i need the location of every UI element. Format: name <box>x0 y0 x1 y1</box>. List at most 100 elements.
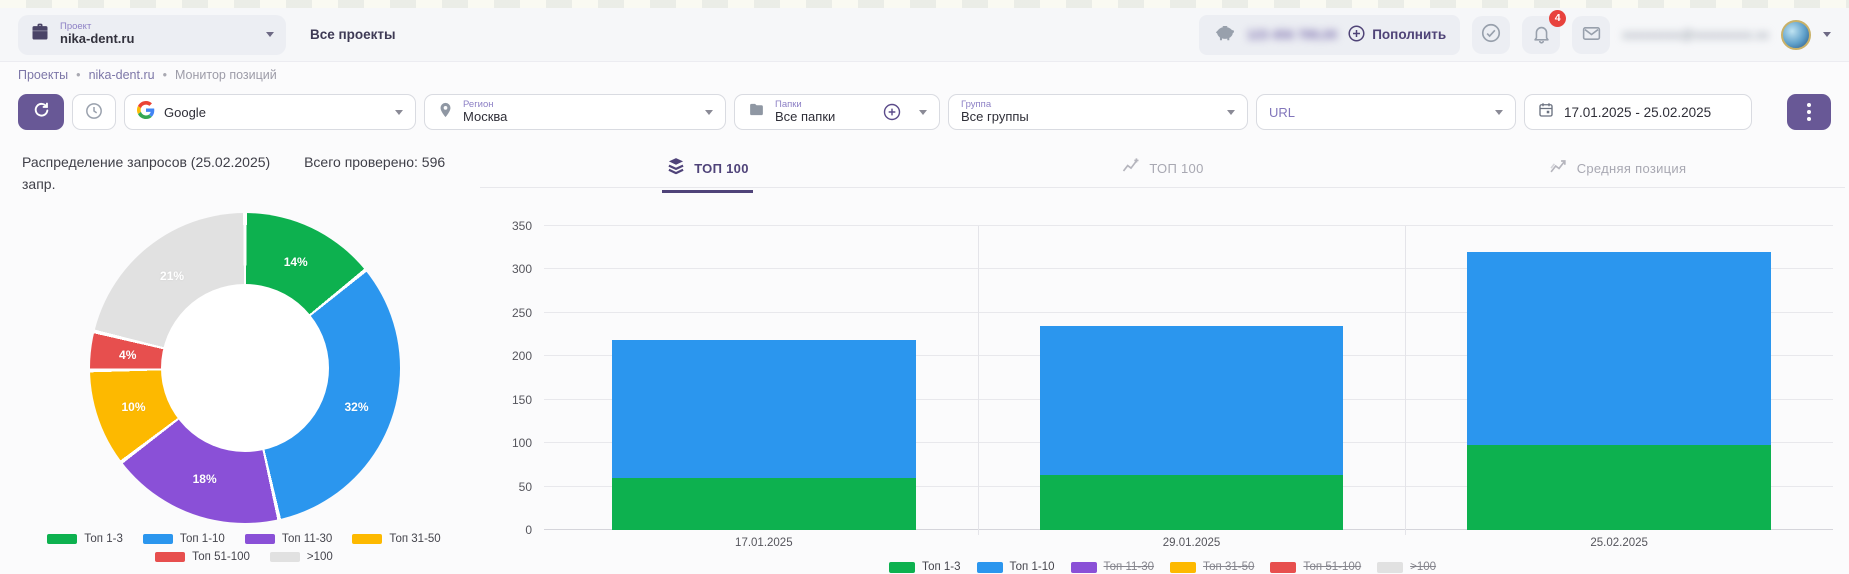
donut-slice-label: 21% <box>160 269 184 283</box>
legend-item[interactable]: >100 <box>270 551 333 563</box>
legend-label: Топ 11-30 <box>282 533 333 545</box>
legend-label: Топ 1-3 <box>84 533 123 545</box>
tab-top100-lines[interactable]: ТОП 100 <box>935 148 1390 187</box>
legend-item[interactable]: Топ 1-10 <box>977 561 1055 573</box>
date-range-value: 17.01.2025 - 25.02.2025 <box>1564 105 1711 120</box>
bar-segment[interactable] <box>1040 475 1344 530</box>
notifications-badge: 4 <box>1549 10 1566 27</box>
bar-segment[interactable] <box>612 340 916 478</box>
account-menu-chevron-icon[interactable] <box>1823 32 1831 37</box>
plot-area <box>550 226 1833 530</box>
date-range-picker[interactable]: 17.01.2025 - 25.02.2025 <box>1524 94 1752 130</box>
legend-item[interactable]: Топ 1-3 <box>889 561 961 573</box>
notifications-button[interactable]: 4 <box>1522 16 1560 54</box>
legend-label: Топ 51-100 <box>192 551 250 563</box>
folders-select[interactable]: Папки Все папки <box>734 94 940 130</box>
breadcrumb-position-monitor: Монитор позиций <box>175 68 277 82</box>
all-projects-link[interactable]: Все проекты <box>310 27 396 42</box>
account-email: xxxxxxxxx@xxxxxxxxx.xx <box>1622 27 1769 42</box>
distribution-summary: Распределение запросов (25.02.2025) Всег… <box>22 152 474 195</box>
add-folder-button[interactable] <box>882 102 902 122</box>
legend-swatch <box>1071 562 1097 573</box>
legend-item[interactable]: Топ 11-30 <box>1071 561 1155 573</box>
legend-swatch <box>889 562 915 573</box>
legend-item[interactable]: Топ 31-50 <box>352 533 440 545</box>
legend-item[interactable]: Топ 1-3 <box>47 533 123 545</box>
stacked-bar[interactable] <box>612 340 916 530</box>
google-logo-icon <box>137 101 155 124</box>
project-name: nika-dent.ru <box>60 32 134 47</box>
x-tick-label: 25.02.2025 <box>1405 537 1833 549</box>
tab-average-position[interactable]: Средняя позиция <box>1390 148 1845 187</box>
y-tick-label: 0 <box>525 523 532 537</box>
legend-swatch <box>47 534 77 544</box>
search-engine-value: Google <box>164 105 206 120</box>
breadcrumb-project-name[interactable]: nika-dent.ru <box>89 68 155 82</box>
kebab-icon <box>1807 103 1811 107</box>
y-tick-label: 250 <box>512 306 532 320</box>
donut-slice-label: 18% <box>193 472 217 486</box>
chevron-down-icon <box>705 110 713 115</box>
bar-slot <box>550 226 978 530</box>
briefcase-icon <box>30 22 50 47</box>
legend-item[interactable]: Топ 51-100 <box>1270 561 1361 573</box>
legend-item[interactable]: Топ 51-100 <box>155 551 250 563</box>
trend-line-icon <box>1549 156 1569 181</box>
y-tick-label: 100 <box>512 436 532 450</box>
filters-toolbar: Google Регион Москва Папки Все папки <box>0 88 1849 140</box>
tasks-check-button[interactable] <box>1472 16 1510 54</box>
refresh-button[interactable] <box>18 94 64 130</box>
avatar[interactable] <box>1781 20 1811 50</box>
breadcrumb-projects[interactable]: Проекты <box>18 68 68 82</box>
folders-value: Все папки <box>775 110 835 124</box>
region-select[interactable]: Регион Москва <box>424 94 726 130</box>
bar-slot <box>1405 226 1833 530</box>
legend-item[interactable]: Топ 1-10 <box>143 533 225 545</box>
y-tick-label: 200 <box>512 349 532 363</box>
bar-slot <box>978 226 1406 530</box>
bar-segment[interactable] <box>1467 445 1771 530</box>
tab-top100-stacked[interactable]: ТОП 100 <box>480 148 935 187</box>
legend-swatch <box>143 534 173 544</box>
x-axis-labels: 17.01.202529.01.202525.02.2025 <box>550 530 1833 549</box>
envelope-icon <box>1581 23 1602 47</box>
y-axis: 050100150200250300350 <box>492 226 540 530</box>
distribution-donut-chart[interactable]: 14%32%18%10%4%21% <box>90 213 400 523</box>
url-filter-select[interactable]: URL <box>1256 94 1516 130</box>
chevron-down-icon <box>395 110 403 115</box>
messages-button[interactable] <box>1572 16 1610 54</box>
more-options-button[interactable] <box>1787 94 1831 130</box>
bar-chart-legend: Топ 1-3 Топ 1-10 Топ 11-30 Топ 31-50 Топ 51-… <box>492 561 1833 573</box>
chart-panel: ТОП 100 ТОП 100 <box>470 140 1849 574</box>
legend-item[interactable]: Топ 31-50 <box>1170 561 1254 573</box>
x-tick-label: 29.01.2025 <box>978 537 1406 549</box>
stacked-bar[interactable] <box>1040 326 1344 530</box>
distribution-panel: Распределение запросов (25.02.2025) Всег… <box>0 140 470 574</box>
donut-slice-label: 4% <box>119 348 136 362</box>
tab-label: Средняя позиция <box>1577 161 1687 176</box>
legend-swatch <box>1170 562 1196 573</box>
bar-segment[interactable] <box>1467 252 1771 445</box>
project-selector[interactable]: Проект nika-dent.ru <box>18 15 286 55</box>
bar-segment[interactable] <box>612 478 916 530</box>
legend-label: Топ 51-100 <box>1303 561 1361 573</box>
group-value: Все группы <box>961 110 1029 124</box>
region-value: Москва <box>463 110 507 124</box>
tab-label: ТОП 100 <box>694 161 748 176</box>
location-pin-icon <box>437 100 454 125</box>
bar-segment[interactable] <box>1040 326 1344 475</box>
stacked-bar[interactable] <box>1467 252 1771 530</box>
history-button[interactable] <box>72 94 116 130</box>
piggy-bank-icon <box>1213 21 1237 48</box>
topup-button[interactable]: Пополнить <box>1347 24 1446 46</box>
legend-swatch <box>977 562 1003 573</box>
chevron-down-icon <box>1495 110 1503 115</box>
groups-select[interactable]: Группа Все группы <box>948 94 1248 130</box>
legend-item[interactable]: Топ 11-30 <box>245 533 333 545</box>
legend-label: Топ 1-3 <box>922 561 961 573</box>
search-engine-select[interactable]: Google <box>124 94 416 130</box>
legend-item[interactable]: >100 <box>1377 561 1436 573</box>
position-monitor-page: Проект nika-dent.ru Все проекты 123 456 … <box>0 0 1849 574</box>
bars-layer <box>550 226 1833 530</box>
breadcrumb-separator: • <box>163 68 167 82</box>
